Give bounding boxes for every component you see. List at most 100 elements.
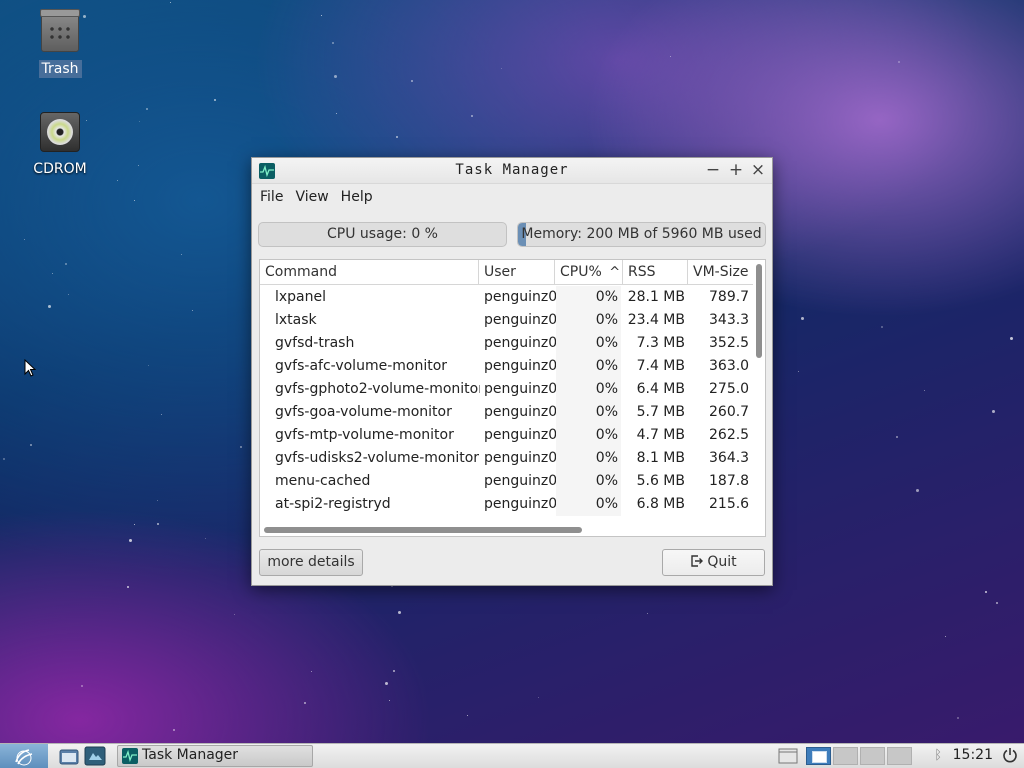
vertical-scrollbar-thumb[interactable] (756, 264, 762, 358)
process-vm-size: 343.3 M (709, 312, 753, 328)
process-list-header: Command User CPU% ^ RSS VM-Size (260, 260, 753, 285)
process-cpu: 0% (556, 286, 621, 309)
process-vm-size: 789.7 M (709, 289, 753, 305)
menu-view[interactable]: View (289, 189, 334, 205)
desktop-icon-label: Trash (38, 60, 82, 78)
memory-usage-meter: Memory: 200 MB of 5960 MB used (517, 222, 766, 247)
process-list[interactable]: Command User CPU% ^ RSS VM-Size lxpanel p… (259, 259, 766, 537)
minimize-button[interactable]: − (703, 160, 723, 180)
process-user: penguinz0 (484, 427, 556, 443)
process-user: penguinz0 (484, 473, 556, 489)
workspace-3[interactable] (860, 747, 885, 765)
process-command: at-spi2-registryd (275, 496, 391, 512)
workspace-2[interactable] (833, 747, 858, 765)
column-header-cpu-label: CPU% (560, 264, 602, 280)
workspace-1[interactable] (806, 747, 831, 765)
mouse-cursor-icon (24, 359, 36, 377)
column-header-command[interactable]: Command (260, 260, 479, 285)
quit-button-label: Quit (707, 554, 737, 570)
desktop-icon-trash[interactable]: Trash (15, 9, 105, 78)
process-command: lxtask (275, 312, 317, 328)
process-cpu: 0% (556, 309, 621, 332)
maximize-button[interactable]: + (726, 160, 746, 180)
process-vm-size: 275.0 M (709, 381, 753, 397)
process-cpu: 0% (556, 447, 621, 470)
taskbar-task-manager[interactable]: Task Manager (117, 745, 313, 767)
task-manager-icon (122, 748, 138, 764)
horizontal-scrollbar[interactable] (262, 526, 752, 534)
process-command: gvfsd-trash (275, 335, 355, 351)
process-rss: 7.3 MB (636, 335, 685, 351)
power-icon[interactable] (1002, 747, 1018, 763)
table-row[interactable]: gvfs-mtp-volume-monitor penguinz0 0% 4.7 MB… (260, 424, 753, 447)
more-details-button[interactable]: more details (259, 549, 363, 576)
taskbar-task-label: Task Manager (142, 747, 239, 763)
process-rss: 5.6 MB (636, 473, 685, 489)
bluetooth-icon[interactable]: ᛒ (934, 748, 942, 763)
show-desktop-button[interactable] (84, 746, 106, 766)
column-header-vm-size[interactable]: VM-Size (688, 260, 758, 285)
process-cpu: 0% (556, 355, 621, 378)
process-command: lxpanel (275, 289, 327, 305)
process-cpu: 0% (556, 470, 621, 493)
workspace-4[interactable] (887, 747, 912, 765)
process-command: gvfs-afc-volume-monitor (275, 358, 448, 374)
table-row[interactable]: gvfs-udisks2-volume-monitor penguinz0 0% 8.… (260, 447, 753, 470)
window-title: Task Manager (455, 162, 569, 178)
process-rss: 7.4 MB (636, 358, 685, 374)
process-command: gvfs-mtp-volume-monitor (275, 427, 454, 443)
trash-icon (38, 9, 82, 56)
process-vm-size: 363.0 M (709, 358, 753, 374)
process-vm-size: 187.8 M (709, 473, 753, 489)
table-row[interactable]: lxpanel penguinz00% 28.1 MB 789.7 M (260, 286, 753, 309)
column-header-cpu[interactable]: CPU% ^ (555, 260, 623, 285)
table-row[interactable]: gvfs-goa-volume-monitor penguinz0 0% 5.7 MB… (260, 401, 753, 424)
process-command: gvfs-goa-volume-monitor (275, 404, 452, 420)
taskbar: Task Manager ᛒ 15:21 (0, 743, 1024, 768)
quit-button[interactable]: Quit (662, 549, 765, 576)
process-user: penguinz0 (484, 404, 556, 420)
process-vm-size: 260.7 M (709, 404, 753, 420)
column-header-rss[interactable]: RSS (623, 260, 688, 285)
process-cpu: 0% (556, 401, 621, 424)
process-rss: 23.4 MB (627, 312, 685, 328)
table-row[interactable]: menu-cached penguinz00% 5.6 MB 187.8 M (260, 470, 753, 493)
process-user: penguinz0 (484, 381, 556, 397)
title-bar[interactable]: Task Manager − + × (252, 158, 772, 184)
folder-icon (59, 749, 79, 765)
process-user: penguinz0 (484, 335, 556, 351)
file-manager-launcher[interactable] (58, 746, 80, 766)
process-rss: 4.7 MB (636, 427, 685, 443)
menu-help[interactable]: Help (335, 189, 379, 205)
quit-icon (691, 555, 704, 567)
menu-bar: File View Help (252, 184, 772, 210)
horizontal-scrollbar-thumb[interactable] (264, 527, 582, 533)
table-row[interactable]: lxtask penguinz00% 23.4 MB 343.3 M (260, 309, 753, 332)
process-vm-size: 352.5 M (709, 335, 753, 351)
task-manager-window: Task Manager − + × File View Help CPU us… (251, 157, 773, 586)
process-rss: 28.1 MB (627, 289, 685, 305)
table-row[interactable]: gvfs-afc-volume-monitor penguinz0 0% 7.4 MB… (260, 355, 753, 378)
window-list-button[interactable] (777, 746, 799, 766)
desktop-icon-cdrom[interactable]: CDROM (15, 110, 105, 178)
start-menu-button[interactable] (0, 744, 48, 768)
process-cpu: 0% (556, 332, 621, 355)
cdrom-icon (38, 112, 82, 156)
table-row[interactable]: gvfs-gphoto2-volume-monitor penguinz0 0% 6.… (260, 378, 753, 401)
memory-usage-text: Memory: 200 MB of 5960 MB used (521, 226, 762, 242)
column-header-user[interactable]: User (479, 260, 555, 285)
clock[interactable]: 15:21 (953, 747, 993, 763)
close-button[interactable]: × (748, 160, 768, 180)
process-user: penguinz0 (484, 289, 556, 305)
table-row[interactable]: gvfsd-trash penguinz00% 7.3 MB 352.5 M (260, 332, 753, 355)
table-row[interactable]: at-spi2-registryd penguinz0 0% 6.8 MB 215.6 … (260, 493, 753, 516)
vertical-scrollbar[interactable] (755, 262, 763, 524)
process-command: gvfs-udisks2-volume-monitor (275, 450, 480, 466)
process-user: penguinz0 (484, 450, 556, 466)
cpu-usage-meter: CPU usage: 0 % (258, 222, 507, 247)
menu-file[interactable]: File (254, 189, 289, 205)
desktop-icon-label: CDROM (33, 161, 87, 177)
process-cpu: 0% (556, 424, 621, 447)
process-rss: 8.1 MB (636, 450, 685, 466)
process-rss: 5.7 MB (636, 404, 685, 420)
